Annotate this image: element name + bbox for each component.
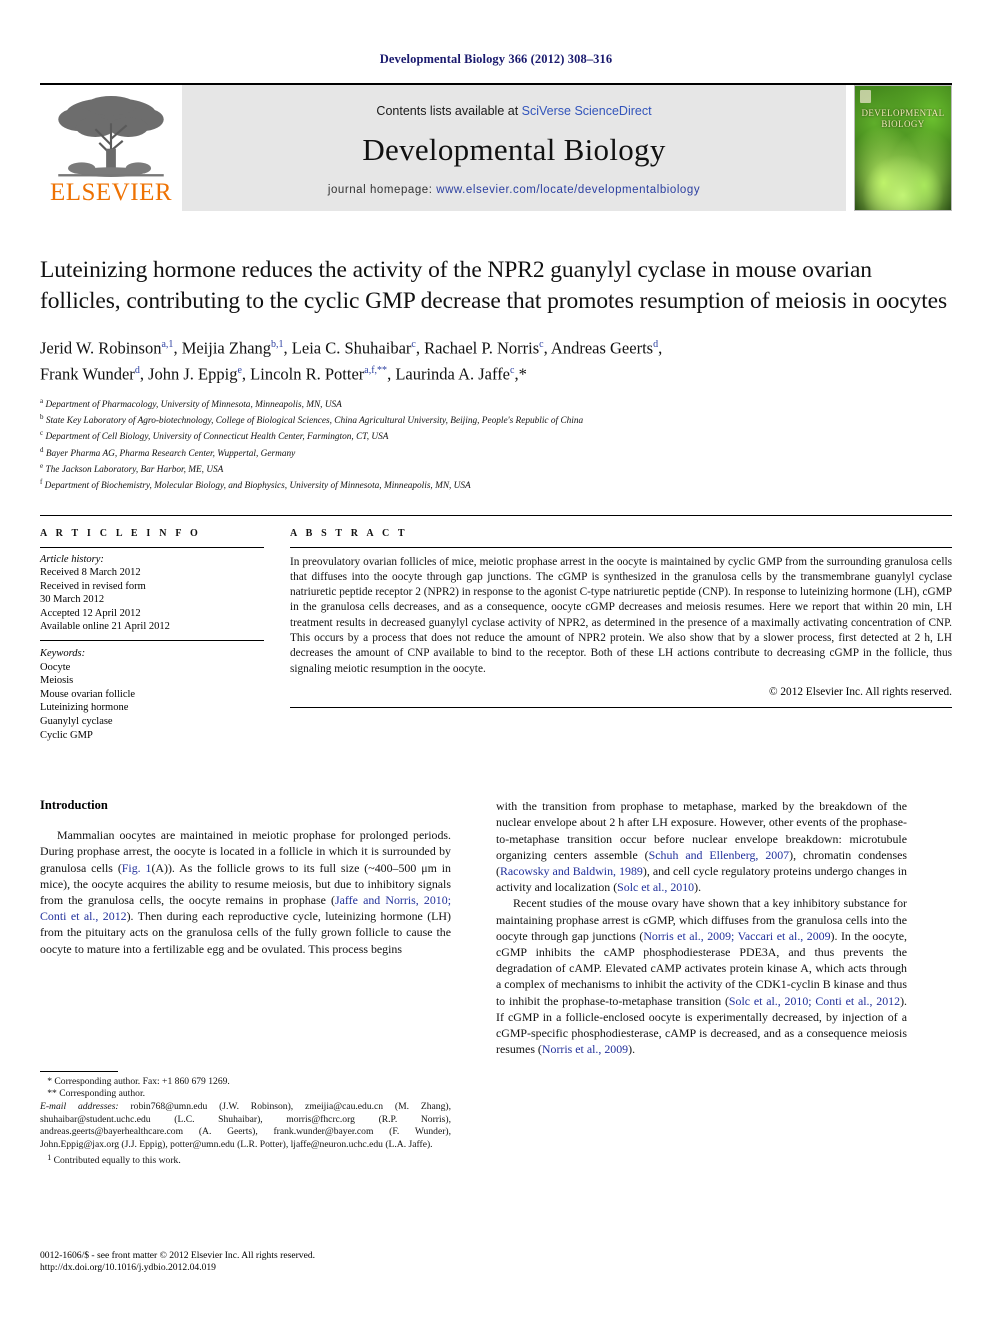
footnote-emails: E-mail addresses: robin768@umn.edu (J.W.… xyxy=(40,1101,451,1151)
affiliation-text: Department of Biochemistry, Molecular Bi… xyxy=(44,481,471,492)
author-line-1: Jerid W. Robinsona,1, Meijia Zhangb,1, L… xyxy=(40,338,663,358)
body-right-column: with the transition from prophase to met… xyxy=(496,798,907,1168)
footnote-marker-1: 1 xyxy=(47,1152,52,1162)
cover-title-line1: DEVELOPMENTAL xyxy=(861,108,945,118)
elsevier-wordmark: ELSEVIER xyxy=(49,179,173,206)
affiliation-item: c Department of Cell Biology, University… xyxy=(40,427,952,443)
doi-line[interactable]: http://dx.doi.org/10.1016/j.ydbio.2012.0… xyxy=(40,1262,451,1275)
author-list: Jerid W. Robinsona,1, Meijia Zhangb,1, L… xyxy=(40,333,952,386)
homepage-prefix: journal homepage: xyxy=(327,184,437,196)
journal-title: Developmental Biology xyxy=(362,132,666,167)
abstract-text: In preovulatory ovarian follicles of mic… xyxy=(290,555,952,675)
abstract-column: A B S T R A C T In preovulatory ovarian … xyxy=(290,528,952,743)
history-item: Accepted 12 April 2012 xyxy=(40,607,141,619)
footnote-corresponding-1: * Corresponding author. Fax: +1 860 679 … xyxy=(40,1076,451,1089)
history-item: Received 8 March 2012 xyxy=(40,567,141,579)
footnote-text: Corresponding author. Fax: +1 860 679 12… xyxy=(54,1075,230,1087)
affiliation-mark: c xyxy=(40,429,44,438)
elsevier-logo: ELSEVIER xyxy=(40,85,182,211)
affiliation-text: Department of Pharmacology, University o… xyxy=(45,399,342,410)
keywords-label: Keywords: xyxy=(40,648,86,660)
paper-page: Developmental Biology 366 (2012) 308–316 xyxy=(0,0,992,1323)
paragraph: Mammalian oocytes are maintained in meio… xyxy=(40,828,451,956)
contents-prefix: Contents lists available at xyxy=(376,104,522,118)
affiliation-text: Bayer Pharma AG, Pharma Research Center,… xyxy=(45,448,296,459)
cover-title-line2: BIOLOGY xyxy=(881,119,925,129)
article-info-column: A R T I C L E I N F O Article history: R… xyxy=(40,528,290,743)
affiliation-text: State Key Laboratory of Agro-biotechnolo… xyxy=(45,416,584,427)
elsevier-tree-icon xyxy=(58,95,164,178)
contents-available-line: Contents lists available at SciVerse Sci… xyxy=(376,104,651,118)
abstract-rule-bottom xyxy=(290,706,952,708)
issn-copyright-line: 0012-1606/$ - see front matter © 2012 El… xyxy=(40,1249,316,1261)
affiliation-item: e The Jackson Laboratory, Bar Harbor, ME… xyxy=(40,460,952,476)
asterisk-icon: * xyxy=(40,1075,52,1087)
footnote-block: * Corresponding author. Fax: +1 860 679 … xyxy=(40,1070,451,1168)
journal-homepage-line: journal homepage: www.elsevier.com/locat… xyxy=(328,184,700,196)
double-asterisk-icon: ** xyxy=(40,1088,57,1100)
footnote-divider xyxy=(40,1070,118,1072)
email-label: E-mail addresses: xyxy=(40,1101,119,1113)
abstract-copyright: © 2012 Elsevier Inc. All rights reserved… xyxy=(768,685,952,698)
journal-masthead: ELSEVIER Contents lists available at Sci… xyxy=(40,83,952,211)
paragraph: Recent studies of the mouse ovary have s… xyxy=(496,896,907,1057)
history-item: Available online 21 April 2012 xyxy=(40,621,170,633)
footnote-text: Contributed equally to this work. xyxy=(53,1155,181,1167)
author-line-2: Frank Wunderd, John J. Eppige, Lincoln R… xyxy=(40,364,527,384)
journal-homepage-link[interactable]: www.elsevier.com/locate/developmentalbio… xyxy=(436,184,700,196)
article-info-heading: A R T I C L E I N F O xyxy=(40,527,201,539)
affiliation-mark: d xyxy=(40,445,44,454)
keyword-item: Oocyte xyxy=(40,661,71,673)
footnote-text: Corresponding author. xyxy=(59,1088,146,1100)
history-item: 30 March 2012 xyxy=(40,594,105,606)
affiliation-mark: e xyxy=(40,461,44,470)
affiliation-mark: a xyxy=(40,396,44,405)
affiliation-item: a Department of Pharmacology, University… xyxy=(40,395,952,411)
info-abstract-block: A R T I C L E I N F O Article history: R… xyxy=(40,514,952,743)
cover-title: DEVELOPMENTAL BIOLOGY xyxy=(855,108,951,130)
affiliation-text: The Jackson Laboratory, Bar Harbor, ME, … xyxy=(45,465,224,476)
article-history: Article history: Received 8 March 2012 R… xyxy=(40,548,264,641)
keyword-item: Cyclic GMP xyxy=(40,729,93,741)
keyword-item: Luteinizing hormone xyxy=(40,702,129,714)
footnote-equal-contribution: 1 Contributed equally to this work. xyxy=(40,1151,451,1168)
affiliation-item: d Bayer Pharma AG, Pharma Research Cente… xyxy=(40,444,952,460)
body-left-column: Introduction Mammalian oocytes are maint… xyxy=(40,798,451,1168)
abstract-heading: A B S T R A C T xyxy=(290,527,408,539)
keyword-item: Guanylyl cyclase xyxy=(40,716,113,728)
history-item: Received in revised form xyxy=(40,580,146,592)
sciencedirect-link[interactable]: SciVerse ScienceDirect xyxy=(522,104,652,118)
keyword-list: Keywords: Oocyte Meiosis Mouse ovarian f… xyxy=(40,641,264,742)
affiliation-list: a Department of Pharmacology, University… xyxy=(40,395,952,493)
body-columns: Introduction Mammalian oocytes are maint… xyxy=(40,798,952,1168)
keyword-item: Meiosis xyxy=(40,675,74,687)
article-history-label: Article history: xyxy=(40,553,104,565)
journal-cover-thumbnail: DEVELOPMENTAL BIOLOGY xyxy=(854,85,952,211)
footnote-corresponding-2: ** Corresponding author. xyxy=(40,1088,451,1101)
footer-publication-meta: 0012-1606/$ - see front matter © 2012 El… xyxy=(40,1250,451,1275)
paragraph: with the transition from prophase to met… xyxy=(496,799,908,895)
article-title: Luteinizing hormone reduces the activity… xyxy=(40,257,948,314)
keyword-item: Mouse ovarian follicle xyxy=(40,688,136,700)
running-head: Developmental Biology 366 (2012) 308–316 xyxy=(379,52,613,66)
affiliation-item: b State Key Laboratory of Agro-biotechno… xyxy=(40,411,952,427)
affiliation-item: f Department of Biochemistry, Molecular … xyxy=(40,476,952,492)
introduction-heading: Introduction xyxy=(40,798,108,813)
cover-elsevier-mark-icon xyxy=(860,90,871,103)
affiliation-text: Department of Cell Biology, University o… xyxy=(45,432,389,443)
journal-band: Contents lists available at SciVerse Sci… xyxy=(182,85,846,211)
affiliation-mark: f xyxy=(40,478,43,487)
affiliation-mark: b xyxy=(40,413,44,422)
